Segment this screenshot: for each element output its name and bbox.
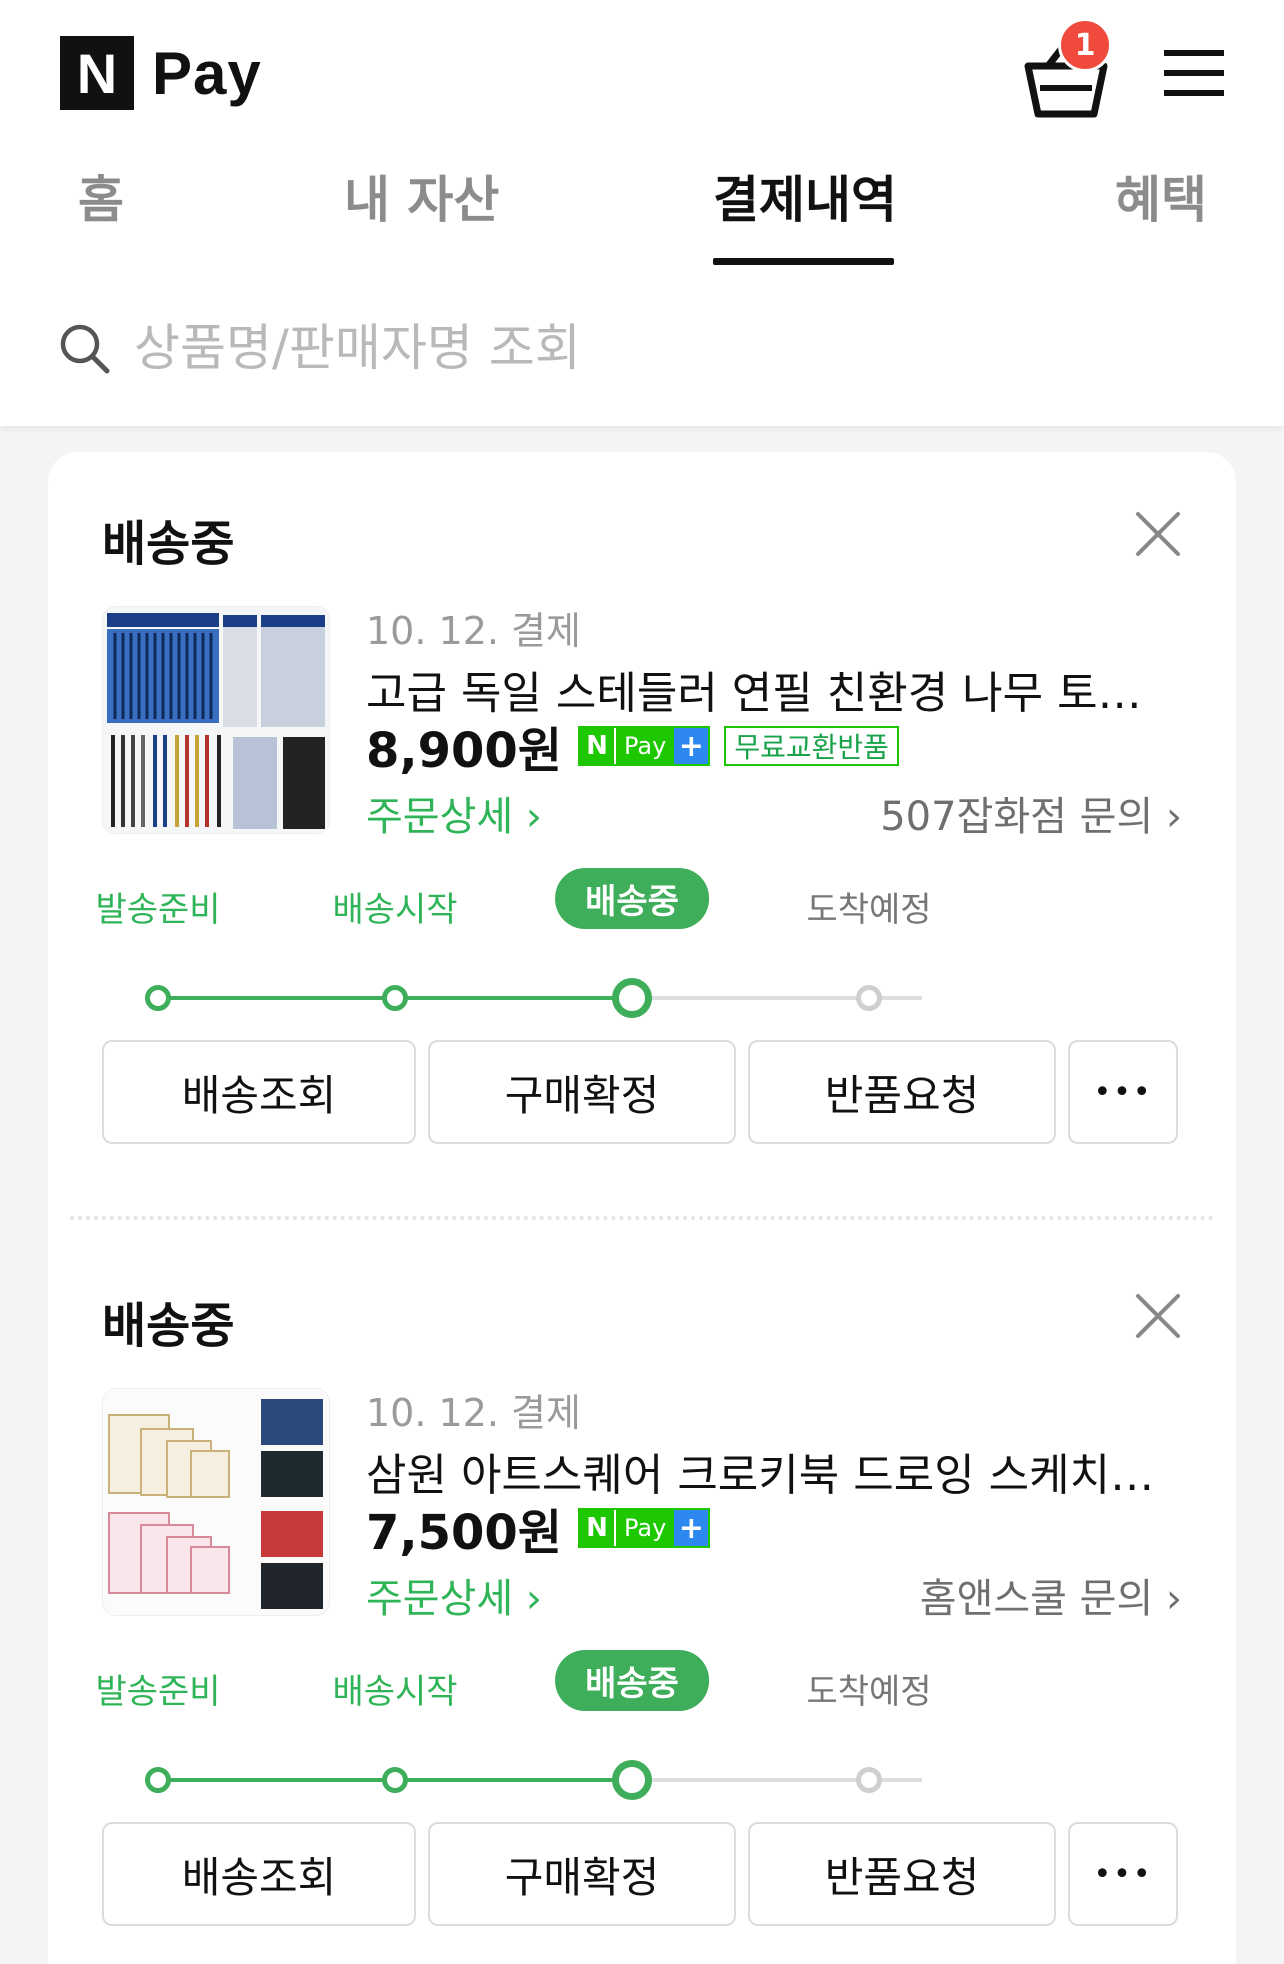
payment-date: 10. 12. 결제 xyxy=(366,609,581,653)
npay-plus-badge: N Pay + xyxy=(578,1508,711,1548)
sketchbook-set-image xyxy=(103,1389,329,1615)
seller-inquiry-link[interactable]: 507잡화점 문의 › xyxy=(880,784,1182,842)
npay-logo-mark: N xyxy=(60,36,134,110)
step-dot-prepare xyxy=(145,985,171,1011)
step-label-prepare: 발송준비 xyxy=(95,1672,221,1712)
active-tab-indicator xyxy=(713,258,894,265)
npay-badge-text: Pay xyxy=(614,728,675,764)
step-dot-prepare xyxy=(145,1767,171,1793)
more-options-button[interactable]: ••• xyxy=(1068,1040,1178,1144)
search-input[interactable] xyxy=(134,319,1034,377)
step-dot-shipped xyxy=(382,1767,408,1793)
tab-home[interactable]: 홈 xyxy=(78,160,124,232)
step-label-prepare: 발송준비 xyxy=(95,890,221,930)
track-delivery-button[interactable]: 배송조회 xyxy=(102,1822,416,1926)
step-dot-in-transit xyxy=(612,978,652,1018)
step-dot-shipped xyxy=(382,985,408,1011)
request-return-button[interactable]: 반품요청 xyxy=(748,1822,1056,1926)
tab-benefits[interactable]: 혜택 xyxy=(1115,160,1207,232)
delivery-progress: 발송준비 배송시작 배송중 도착예정 xyxy=(48,868,1236,1018)
order-item: 배송중 10. 12. 결제 고급 독일 스테들러 연필 친환경 나무 토익 미… xyxy=(48,452,1236,1144)
step-dot-arriving xyxy=(856,1767,882,1793)
track-delivery-button[interactable]: 배송조회 xyxy=(102,1040,416,1144)
npay-logo[interactable]: N Pay xyxy=(60,36,262,110)
step-label-arriving: 도착예정 xyxy=(806,1672,932,1712)
product-price: 7,500원 xyxy=(366,1505,562,1561)
plus-icon: + xyxy=(674,728,709,764)
order-divider xyxy=(70,1216,1214,1220)
payment-date: 10. 12. 결제 xyxy=(366,1391,581,1435)
cart-count-badge: 1 xyxy=(1058,18,1112,72)
plus-icon: + xyxy=(674,1510,709,1546)
order-detail-link[interactable]: 주문상세 › xyxy=(366,1566,542,1624)
product-price: 8,900원 xyxy=(366,723,562,779)
order-detail-link[interactable]: 주문상세 › xyxy=(366,784,542,842)
confirm-purchase-button[interactable]: 구매확정 xyxy=(428,1040,736,1144)
free-return-badge: 무료교환반품 xyxy=(724,726,899,766)
main-tabs: 홈 내 자산 결제내역 혜택 xyxy=(0,160,1284,270)
close-icon[interactable] xyxy=(1134,510,1182,558)
npay-badge-text: Pay xyxy=(614,1510,675,1546)
tab-payment-history[interactable]: 결제내역 xyxy=(713,160,897,232)
more-options-button[interactable]: ••• xyxy=(1068,1822,1178,1926)
step-label-in-transit: 배송중 xyxy=(555,868,709,929)
step-label-arriving: 도착예정 xyxy=(806,890,932,930)
order-item: 배송중 10. 12. 결제 삼원 아트스퀘어 크로키북 드로잉 스케치북 노.… xyxy=(48,1234,1236,1926)
seller-inquiry-link[interactable]: 홈앤스쿨 문의 › xyxy=(920,1566,1182,1624)
step-dot-arriving xyxy=(856,985,882,1011)
pencil-set-image xyxy=(103,607,329,833)
order-list-card: 배송중 10. 12. 결제 고급 독일 스테들러 연필 친환경 나무 토익 미… xyxy=(48,452,1236,1964)
step-label-shipped: 배송시작 xyxy=(332,1672,458,1712)
top-bar: N Pay 1 홈 내 자산 결제내역 혜택 xyxy=(0,0,1284,426)
price-row: 8,900원 N Pay + 무료교환반품 xyxy=(366,718,899,779)
step-label-shipped: 배송시작 xyxy=(332,890,458,930)
npay-plus-badge: N Pay + xyxy=(578,726,711,766)
tab-my-assets[interactable]: 내 자산 xyxy=(344,160,499,232)
search-icon xyxy=(60,324,110,374)
npay-badge-letter: N xyxy=(580,1510,614,1546)
search-bar[interactable] xyxy=(58,318,1218,378)
product-thumbnail[interactable] xyxy=(102,606,330,834)
step-dot-in-transit xyxy=(612,1760,652,1800)
request-return-button[interactable]: 반품요청 xyxy=(748,1040,1056,1144)
order-status-title: 배송중 xyxy=(102,1298,235,1354)
product-thumbnail[interactable] xyxy=(102,1388,330,1616)
confirm-purchase-button[interactable]: 구매확정 xyxy=(428,1822,736,1926)
delivery-progress: 발송준비 배송시작 배송중 도착예정 xyxy=(48,1650,1236,1800)
hamburger-menu-icon[interactable] xyxy=(1164,48,1224,98)
step-label-in-transit: 배송중 xyxy=(555,1650,709,1711)
npay-badge-letter: N xyxy=(580,728,614,764)
npay-logo-text: Pay xyxy=(152,39,262,107)
price-row: 7,500원 N Pay + xyxy=(366,1500,711,1561)
order-status-title: 배송중 xyxy=(102,516,235,572)
close-icon[interactable] xyxy=(1134,1292,1182,1340)
